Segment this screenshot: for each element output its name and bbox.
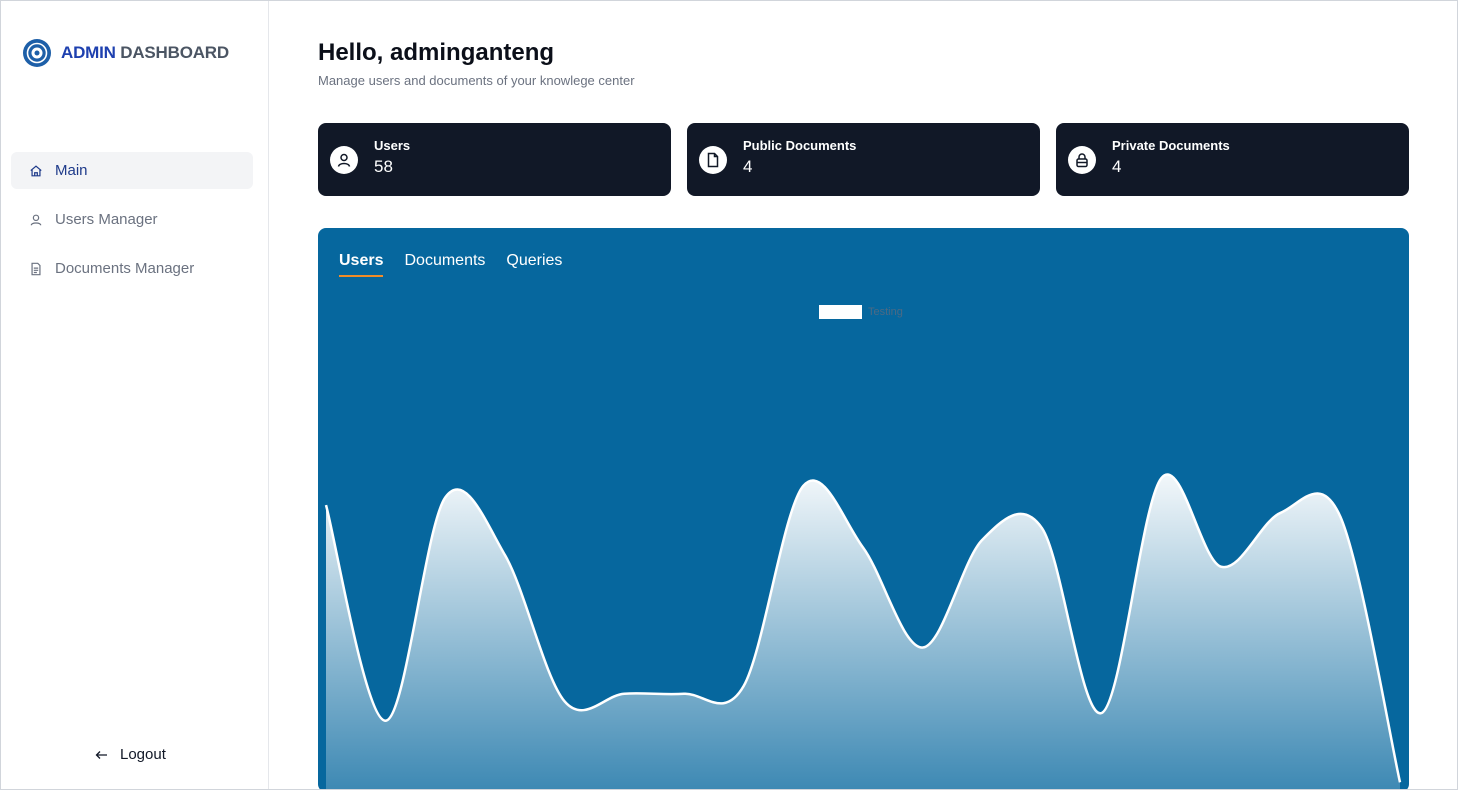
arrow-left-icon (95, 750, 107, 759)
data-point[interactable] (738, 680, 750, 692)
tab-users[interactable]: Users (339, 252, 384, 277)
sidebar-item-label: Users Manager (55, 211, 158, 228)
document-icon (31, 262, 41, 275)
chart-legend[interactable]: Testing (819, 305, 903, 319)
stat-card-private-documents: Private Documents 4 (1056, 123, 1409, 196)
data-point[interactable] (857, 541, 869, 553)
data-point[interactable] (320, 499, 332, 511)
logout-label: Logout (120, 746, 166, 763)
data-point[interactable] (559, 695, 571, 707)
brand: ADMIN DASHBOARD (23, 39, 229, 67)
legend-swatch (819, 305, 862, 319)
brand-title: ADMIN DASHBOARD (61, 43, 229, 63)
data-point[interactable] (1096, 707, 1108, 719)
stat-label: Public Documents (743, 138, 857, 153)
stat-label: Private Documents (1112, 138, 1230, 153)
tab-queries[interactable]: Queries (506, 252, 562, 277)
page-title: Hello, adminganteng (318, 39, 555, 66)
home-icon (30, 164, 42, 176)
data-point[interactable] (380, 715, 392, 727)
stat-card-users: Users 58 (318, 123, 671, 196)
stat-card-public-documents: Public Documents 4 (687, 123, 1040, 196)
sidebar-item-documents-manager[interactable]: Documents Manager (11, 250, 253, 287)
data-point[interactable] (1394, 776, 1406, 788)
user-icon (330, 145, 358, 174)
sidebar-nav: Main Users Manager Documents Manager (11, 152, 253, 299)
brand-title-primary: ADMIN (61, 43, 116, 62)
sidebar-item-label: Documents Manager (55, 260, 195, 277)
brand-title-secondary: DASHBOARD (120, 43, 229, 62)
data-point[interactable] (1334, 511, 1346, 523)
tab-documents[interactable]: Documents (404, 252, 485, 277)
data-point[interactable] (1036, 522, 1048, 534)
data-point[interactable] (917, 642, 929, 654)
sidebar: ADMIN DASHBOARD Main Users Manager Docum… (1, 1, 269, 789)
data-point[interactable] (1215, 561, 1227, 573)
page-subtitle: Manage users and documents of your knowl… (318, 73, 635, 88)
data-point[interactable] (976, 534, 988, 546)
legend-label: Testing (868, 306, 903, 318)
chart-tabs: Users Documents Queries (339, 252, 562, 277)
app-window: ADMIN DASHBOARD Main Users Manager Docum… (0, 0, 1458, 790)
stat-label: Users (374, 138, 411, 153)
data-point[interactable] (439, 491, 451, 503)
user-icon (30, 214, 42, 226)
stat-value: 4 (1112, 157, 1122, 176)
data-point[interactable] (1155, 472, 1167, 484)
sidebar-item-label: Main (55, 162, 88, 179)
data-point[interactable] (678, 688, 690, 700)
lock-icon (1068, 145, 1096, 174)
sidebar-item-users-manager[interactable]: Users Manager (11, 201, 253, 238)
stat-value: 4 (743, 157, 753, 176)
brand-logo-icon (23, 39, 51, 67)
data-point[interactable] (1275, 507, 1287, 519)
data-point[interactable] (499, 549, 511, 561)
document-icon (699, 145, 727, 174)
sidebar-item-main[interactable]: Main (11, 152, 253, 189)
stat-value: 58 (374, 157, 393, 176)
data-point[interactable] (797, 480, 809, 492)
logout-button[interactable]: Logout (95, 746, 166, 763)
data-point[interactable] (618, 688, 630, 700)
chart-panel: Users Documents Queries Testing (318, 228, 1409, 789)
